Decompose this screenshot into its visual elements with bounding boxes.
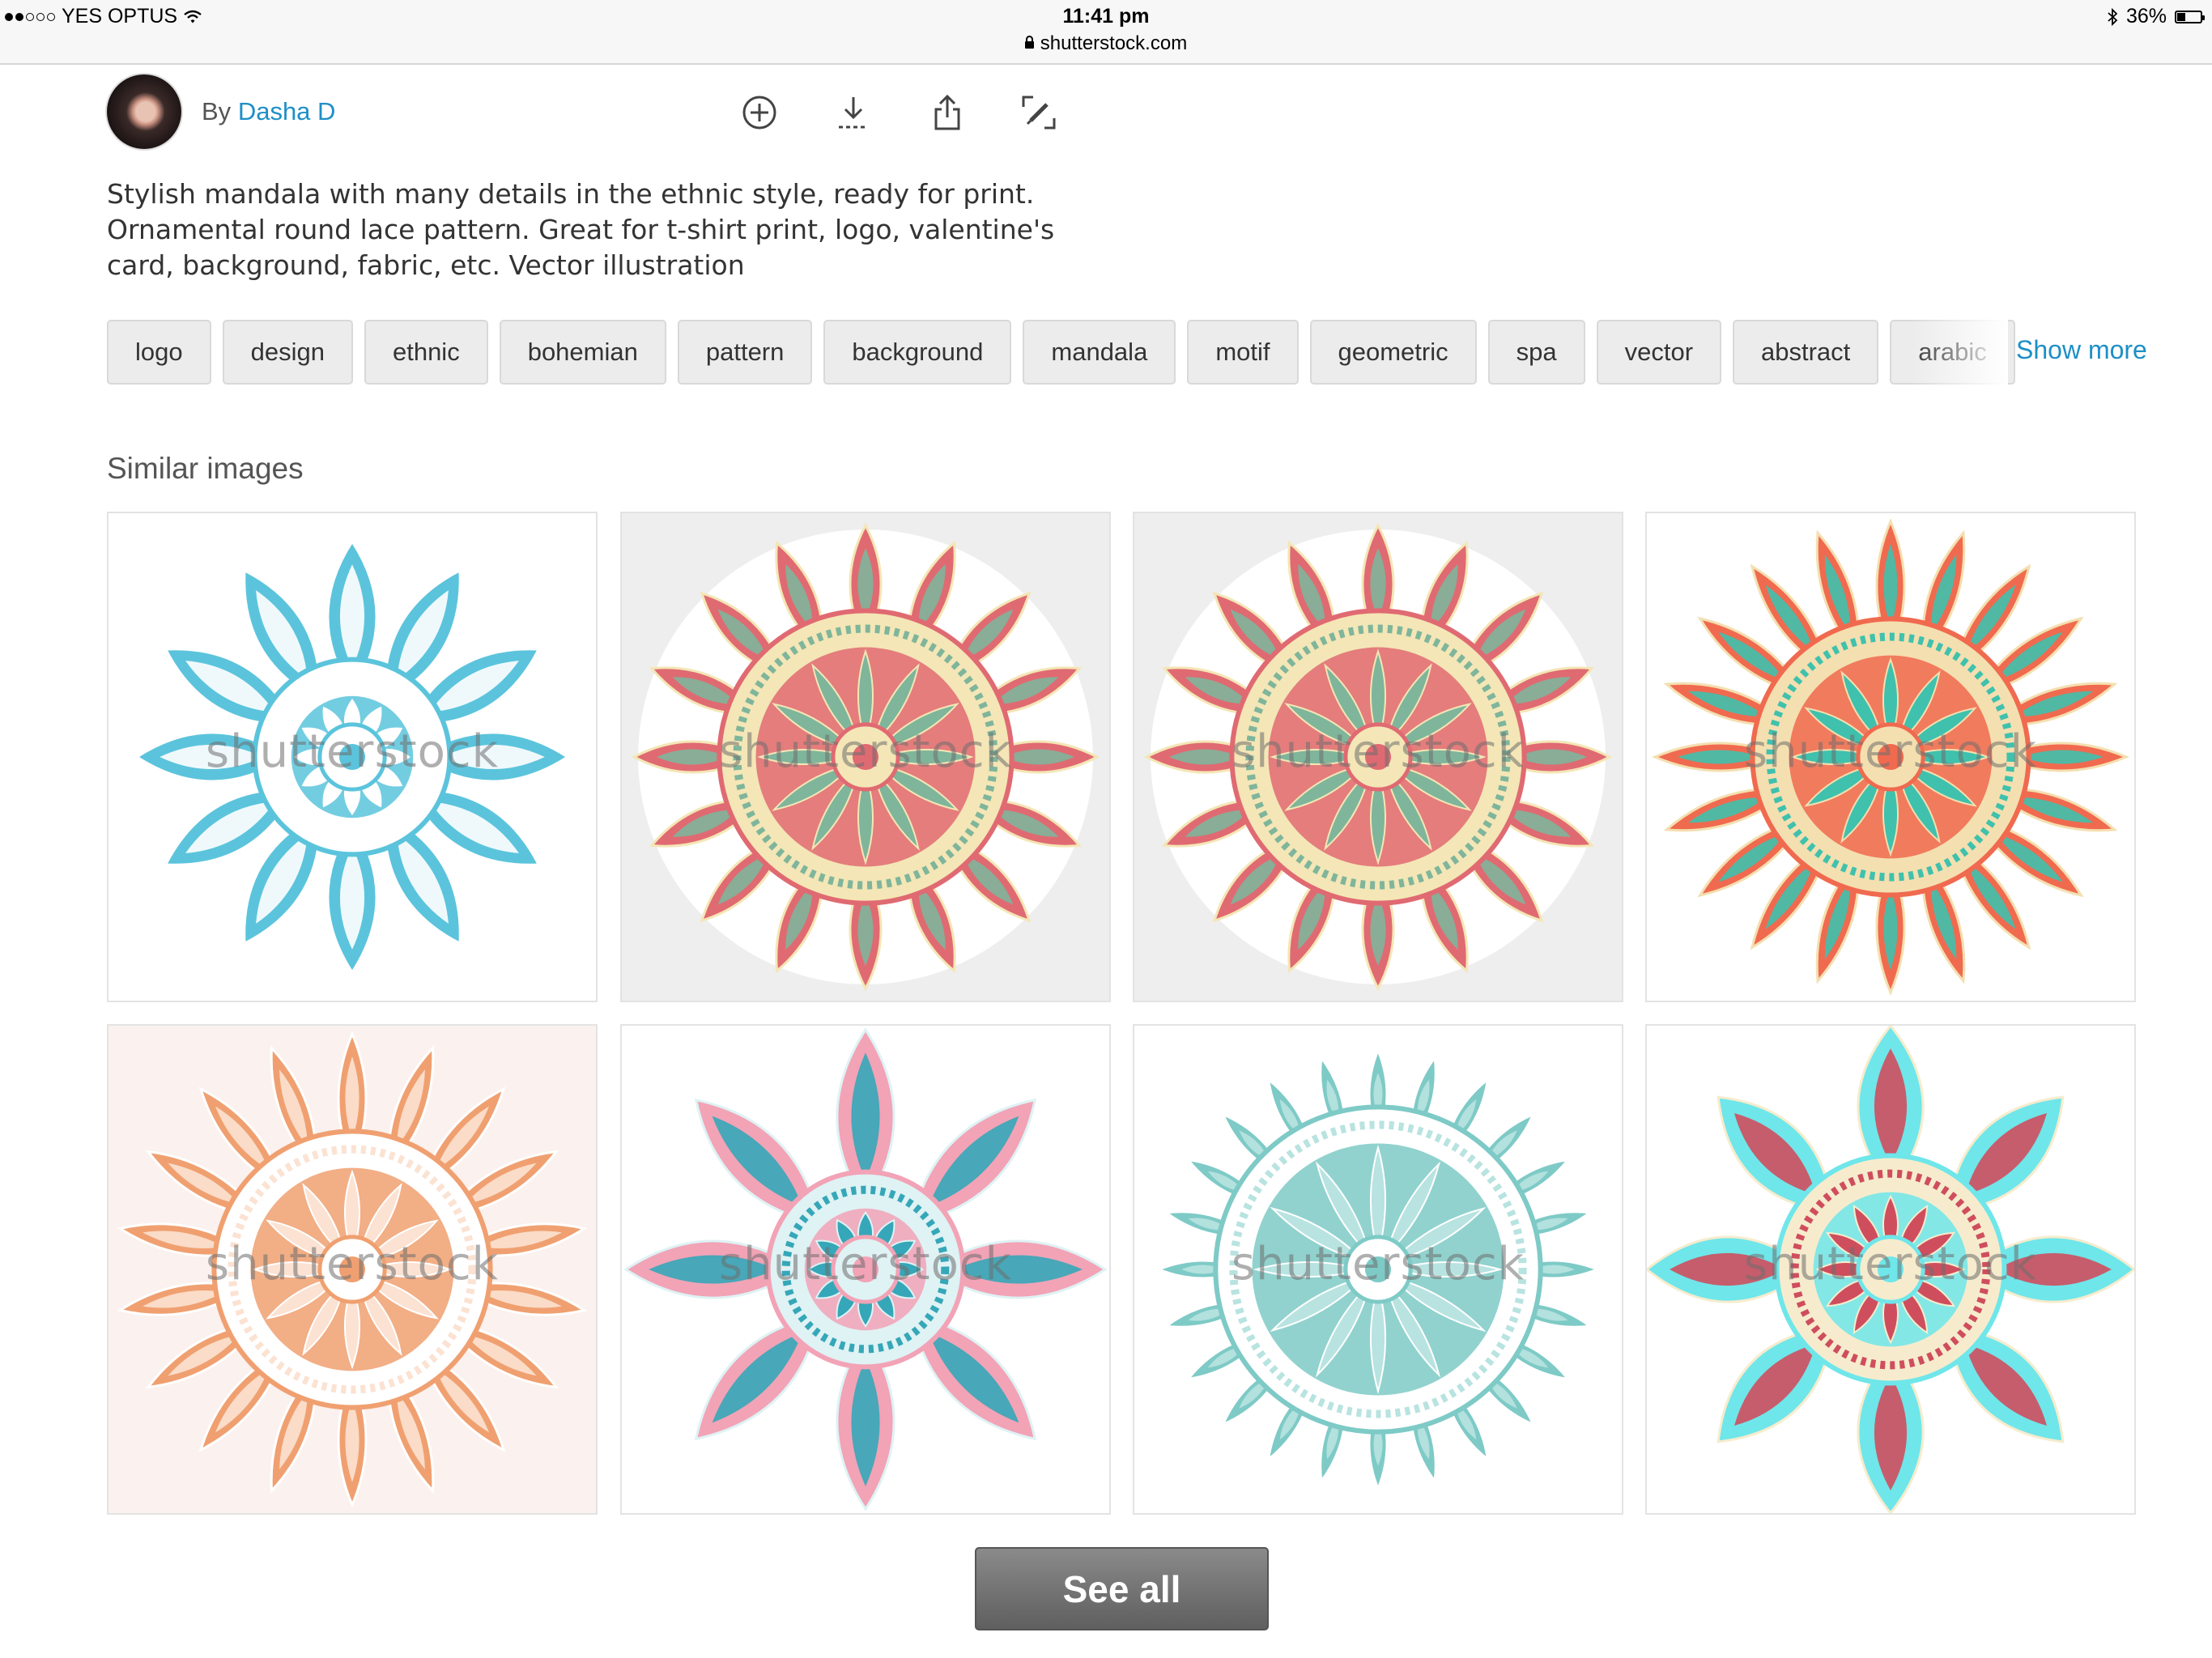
share-icon bbox=[934, 94, 960, 130]
avatar[interactable] bbox=[107, 74, 181, 149]
edit-icon bbox=[1022, 96, 1056, 130]
lock-icon bbox=[1024, 36, 1034, 49]
tag-chip[interactable]: motif bbox=[1187, 320, 1299, 385]
similar-image-thumbnail[interactable]: shutterstock bbox=[107, 512, 598, 1002]
watermark: shutterstock bbox=[1231, 1238, 1525, 1290]
watermark: shutterstock bbox=[718, 725, 1013, 778]
watermark: shutterstock bbox=[1743, 1238, 2038, 1290]
similar-image-thumbnail[interactable]: shutterstock bbox=[1645, 1024, 2136, 1515]
share-button[interactable] bbox=[925, 91, 969, 134]
tag-chip[interactable]: spa bbox=[1487, 320, 1585, 385]
edit-image-button[interactable] bbox=[1017, 91, 1061, 134]
watermark: shutterstock bbox=[1231, 725, 1525, 778]
tag-chip[interactable]: abstract bbox=[1733, 320, 1879, 385]
by-label: By bbox=[202, 97, 232, 125]
bluetooth-icon bbox=[2108, 7, 2118, 26]
similar-image-thumbnail[interactable]: shutterstock bbox=[620, 1024, 1111, 1515]
tag-chip[interactable]: vector bbox=[1596, 320, 1722, 385]
battery-icon bbox=[2175, 10, 2205, 23]
author-byline: By Dasha D bbox=[202, 97, 335, 126]
status-right: 36% bbox=[2107, 5, 2205, 28]
similar-image-thumbnail[interactable]: shutterstock bbox=[1133, 1024, 1623, 1515]
tag-chip[interactable]: bohemian bbox=[499, 320, 666, 385]
battery-percent: 36% bbox=[2125, 5, 2167, 28]
show-more-link[interactable]: Show more bbox=[2016, 335, 2147, 365]
author-link[interactable]: Dasha D bbox=[238, 97, 336, 125]
download-button[interactable] bbox=[832, 91, 875, 134]
similar-image-thumbnail[interactable]: shutterstock bbox=[620, 512, 1111, 1002]
url-text: shutterstock.com bbox=[1040, 32, 1188, 54]
add-to-collection-button[interactable] bbox=[738, 91, 781, 134]
see-all-button[interactable]: See all bbox=[975, 1547, 1269, 1630]
tag-chip[interactable]: background bbox=[823, 320, 1012, 385]
similar-image-thumbnail[interactable]: shutterstock bbox=[1645, 512, 2136, 1002]
download-icon bbox=[839, 97, 868, 129]
tag-chip[interactable]: logo bbox=[107, 320, 211, 385]
add-circle-icon bbox=[742, 96, 776, 130]
watermark: shutterstock bbox=[205, 725, 500, 778]
tag-chip[interactable]: ethnic bbox=[364, 320, 488, 385]
tags-fade-overlay bbox=[1911, 316, 2008, 389]
watermark: shutterstock bbox=[205, 1238, 500, 1290]
keyword-tags: logo design ethnic bohemian pattern back… bbox=[107, 320, 2015, 385]
status-bar: YES OPTUS 11:41 pm shutterstock.com 36% bbox=[0, 0, 2212, 65]
address-bar[interactable]: shutterstock.com bbox=[0, 32, 2212, 55]
tag-chip[interactable]: geometric bbox=[1309, 320, 1477, 385]
tag-chip[interactable]: mandala bbox=[1023, 320, 1176, 385]
tag-chip[interactable]: pattern bbox=[677, 320, 813, 385]
similar-image-thumbnail[interactable]: shutterstock bbox=[107, 1024, 598, 1515]
similar-images-heading: Similar images bbox=[107, 452, 304, 485]
clock: 11:41 pm bbox=[1062, 5, 1150, 28]
similar-image-thumbnail[interactable]: shutterstock bbox=[1133, 512, 1623, 1002]
image-description: Stylish mandala with many details in the… bbox=[107, 178, 1055, 281]
watermark: shutterstock bbox=[1743, 725, 2038, 778]
watermark: shutterstock bbox=[718, 1238, 1013, 1290]
tag-chip[interactable]: design bbox=[222, 320, 353, 385]
